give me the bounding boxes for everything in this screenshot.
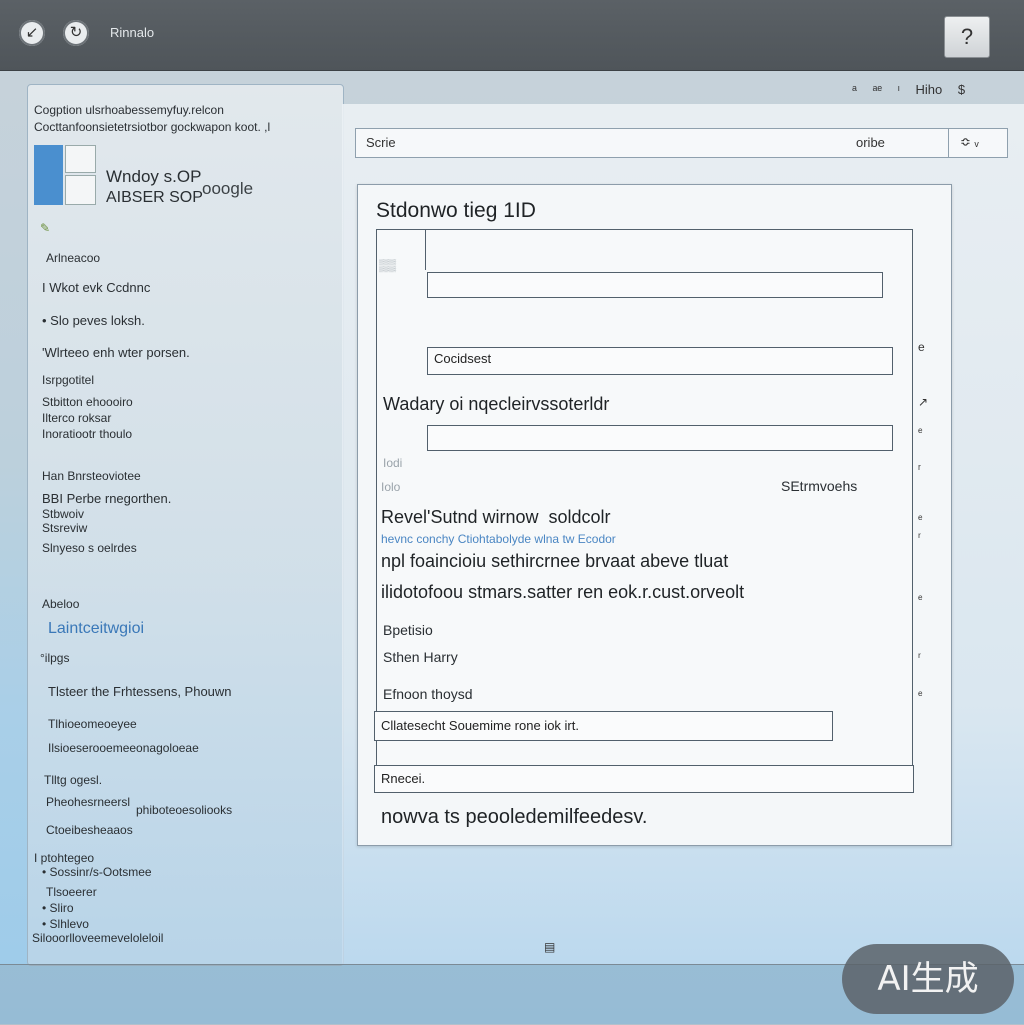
panel-header-2: Cocttanfoonsietetrsiotbor gockwapon koot… <box>34 120 271 134</box>
sidebar-item[interactable]: Tlhioeomeoeyee <box>48 717 137 731</box>
text-field[interactable] <box>427 272 883 298</box>
title-bar: ↙ ↻ Rinnalo ? <box>0 0 1024 71</box>
app-subname: AIBSER SOP <box>106 189 203 206</box>
side-mark: ᵉ <box>918 512 923 526</box>
ghost-label: Iodi <box>383 456 403 470</box>
window-title: Rinnalo <box>110 25 155 40</box>
bottom-field[interactable]: Rnecei. <box>374 765 914 793</box>
sidebar-item[interactable]: Abeloo <box>42 597 79 611</box>
sort-stepper-icon[interactable]: ≎ ᵥ <box>960 134 979 150</box>
sidebar-item[interactable]: • Slhlevo <box>42 917 89 931</box>
sidebar-item[interactable]: Han Bnrsteoviotee <box>42 469 141 483</box>
text-field[interactable]: Cocidsest <box>427 347 893 375</box>
search-input[interactable]: Scrie <box>366 135 396 150</box>
sidebar-item[interactable]: Silooorlloveemeveloleloil <box>32 931 163 945</box>
app-badge: ooogle <box>202 179 254 198</box>
sidebar-item[interactable]: Isrpgotitel <box>42 373 94 387</box>
sidebar-item[interactable]: Ilterco roksar <box>42 411 111 425</box>
option-label[interactable]: Bpetisio <box>383 622 433 638</box>
toolbar-dollar-icon[interactable]: $ <box>958 82 965 97</box>
sidebar-item[interactable]: Stsreviw <box>42 521 87 535</box>
sidebar-item[interactable]: Ctoeibesheaaos <box>46 823 133 837</box>
app-name: Wndoy s.OP <box>106 167 202 186</box>
section-heading: Revel'Sutnd wirnow soldcolr <box>381 507 611 527</box>
paragraph: ilidotofoou stmars.satter ren eok.r.cust… <box>381 582 745 602</box>
side-mark: e <box>918 340 925 354</box>
dialog-title: Stdonwo tieg 1ID <box>376 199 536 222</box>
refresh-icon[interactable]: ↻ <box>63 20 89 46</box>
sidebar-item[interactable]: Tlltg ogesl. <box>44 773 102 787</box>
toolbar: ᵃ ᵃᵉ ᶦ Hiho $ <box>852 82 977 97</box>
sidebar-item[interactable]: • Sliro <box>42 901 74 915</box>
toolbar-icon-i[interactable]: ᶦ <box>898 82 900 97</box>
sidebar-item[interactable]: Slnyeso s oelrdes <box>42 541 137 555</box>
section-heading: Wadary oi nqecleirvssoterldr <box>383 394 610 414</box>
pin-icon: ✎ <box>40 221 51 235</box>
search-bar[interactable]: Scrie oribe ≎ ᵥ <box>355 128 1008 158</box>
side-mark: ᵉ <box>918 688 923 702</box>
help-button[interactable]: ? <box>944 16 990 58</box>
option-field[interactable]: Cllatesecht Souemime rone iok irt. <box>374 711 833 741</box>
paragraph: npl foaincioiu sethircrnee brvaat abeve … <box>381 551 729 571</box>
side-mark: ᵉ <box>918 425 923 439</box>
ghost-label: Iolo <box>381 480 401 494</box>
side-mark: ʳ <box>918 650 921 664</box>
side-mark: ᵉ <box>918 592 923 606</box>
side-mark: ↗ <box>918 395 929 409</box>
app-logo-icon <box>34 145 96 205</box>
panel-link[interactable]: Laintceitwgioi <box>48 620 144 638</box>
dialog: Stdonwo tieg 1ID ▒▒ Cocidsest Wadary oi … <box>357 184 952 846</box>
sort-select[interactable]: oribe <box>856 135 885 150</box>
side-mark: ᵣ <box>918 458 921 472</box>
divider <box>425 230 426 270</box>
left-panel: Cogption ulsrhoabessemyfuy.relcon Coctta… <box>27 84 344 966</box>
dialog-body: ▒▒ Cocidsest Wadary oi nqecleirvssoterld… <box>374 229 914 793</box>
taskbar-app-icon[interactable]: ▤ <box>544 940 555 954</box>
dialog-footer: nowva ts peooledemilfeedesv. <box>381 806 648 828</box>
sidebar-item[interactable]: Stbitton ehoooiro <box>42 395 133 409</box>
text-field[interactable] <box>427 425 893 451</box>
toolbar-icon-a[interactable]: ᵃ <box>852 82 857 97</box>
ai-badge: AI生成 <box>842 944 1014 1014</box>
sidebar-item[interactable]: Ilsioeserooemeeonagoloeae <box>48 741 199 755</box>
sidebar-item[interactable]: Tlsteer the Frhtessens, Phouwn <box>48 684 232 699</box>
divider <box>948 129 949 157</box>
toolbar-icon-ae[interactable]: ᵃᵉ <box>872 82 882 97</box>
sidebar-item[interactable]: 'Wlrteeo enh wter porsen. <box>42 345 190 360</box>
toolbar-hiho[interactable]: Hiho <box>915 82 942 97</box>
sidebar-item[interactable]: Pheohesrneersl <box>46 795 130 809</box>
sidebar-item[interactable]: Tlsoeerer <box>46 885 97 899</box>
sidebar-item[interactable]: I Wkot evk Ccdnnc <box>42 280 150 295</box>
help-text: hevnc conchy Ctiohtabolyde wlna tw Ecodo… <box>381 532 616 546</box>
back-icon[interactable]: ↙ <box>19 20 45 46</box>
option-label[interactable]: Sthen Harry <box>383 649 458 665</box>
sidebar-item[interactable]: I ptohtegeo <box>34 851 94 865</box>
sidebar-item[interactable]: BBI Perbe rnegorthen. <box>42 491 171 506</box>
sidebar-item[interactable]: Arlneacoo <box>46 251 100 265</box>
sidebar-item[interactable]: Stbwoiv <box>42 507 84 521</box>
sidebar-item[interactable]: °ilpgs <box>40 651 69 665</box>
right-label: SEtrmvoehs <box>781 478 858 494</box>
sidebar-item[interactable]: Inoratiootr thoulo <box>42 427 132 441</box>
side-mark: ʳ <box>918 530 921 544</box>
panel-header-1: Cogption ulsrhoabessemyfuy.relcon <box>34 103 224 117</box>
sidebar-item[interactable]: phiboteoesoliooks <box>136 803 232 817</box>
sidebar-item[interactable]: • Slo peves loksh. <box>42 313 145 328</box>
option-label[interactable]: Efnoon thoysd <box>383 686 473 702</box>
sidebar-item[interactable]: • Sossinr/s-Ootsmee <box>42 865 152 879</box>
